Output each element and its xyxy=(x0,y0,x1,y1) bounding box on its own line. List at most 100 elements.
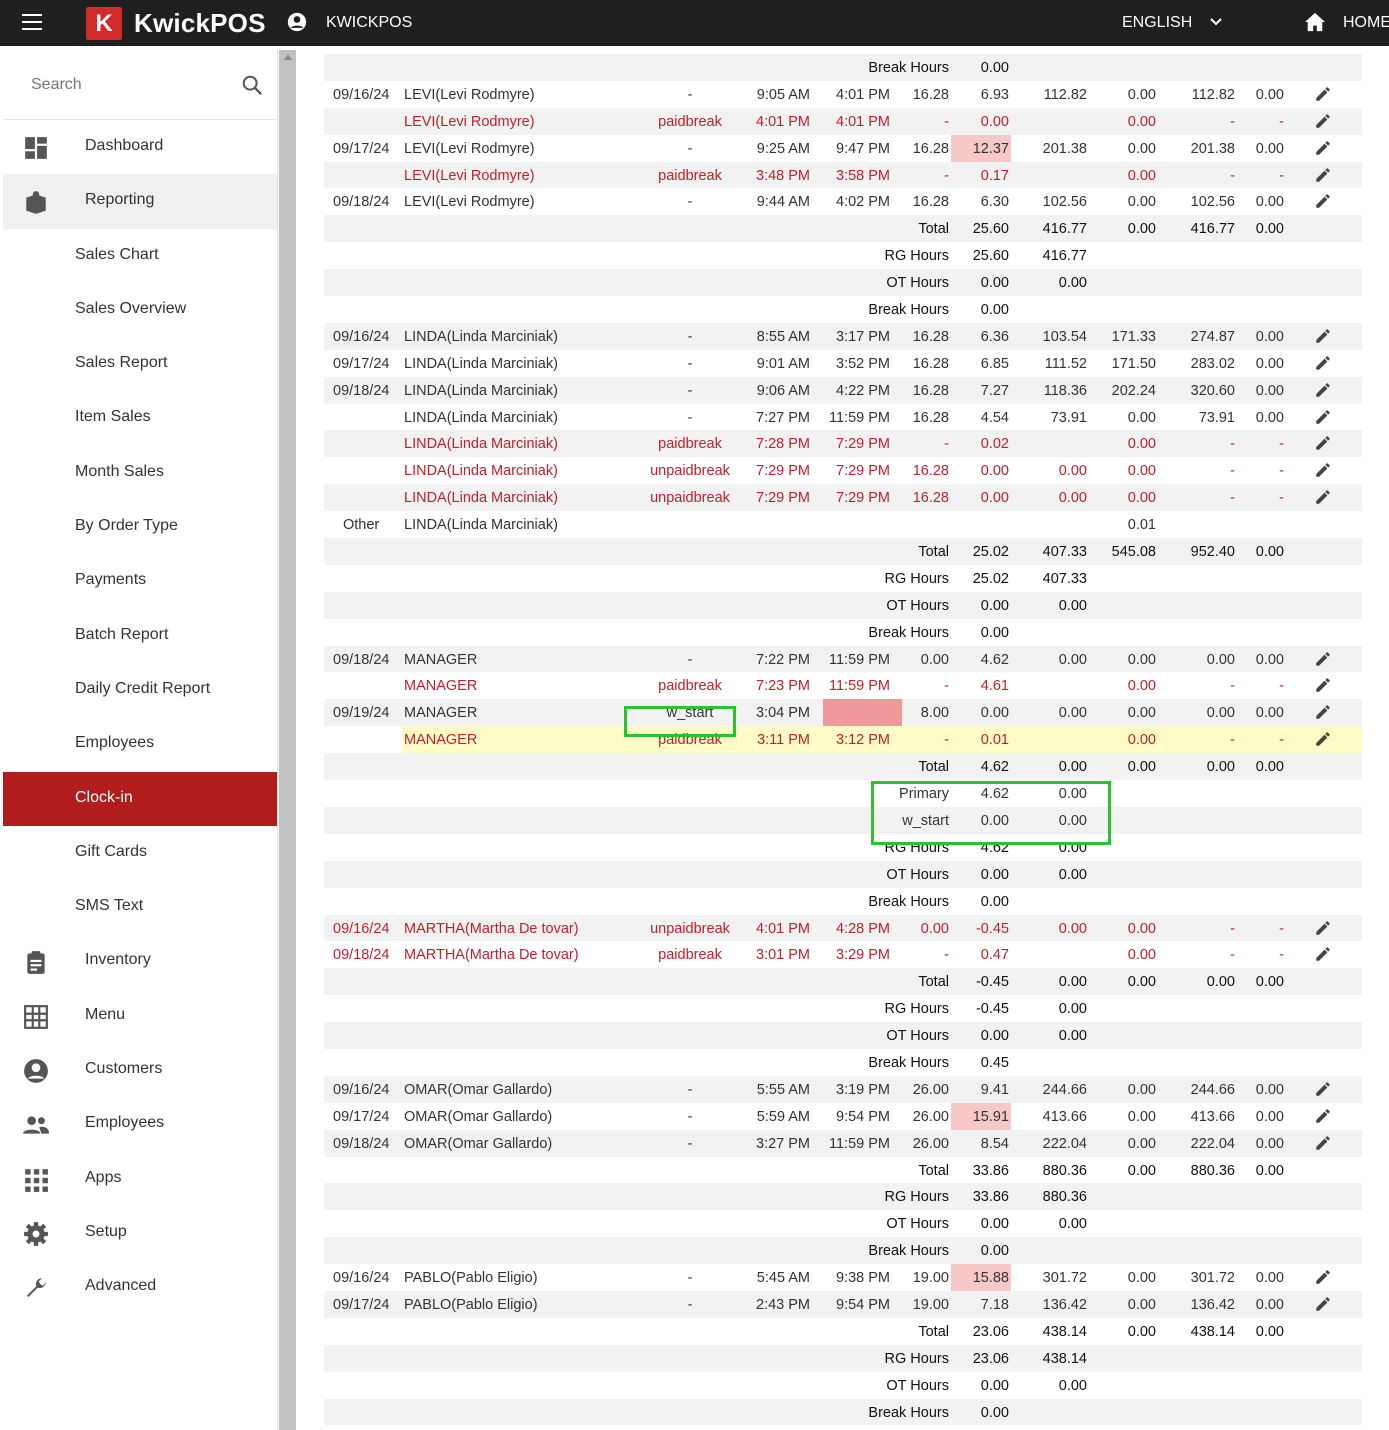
edit-pencil-icon[interactable] xyxy=(1314,408,1332,426)
cell-other: 0.00 xyxy=(1255,1162,1284,1179)
edit-pencil-icon[interactable] xyxy=(1314,85,1332,103)
brand-name[interactable]: KwickPOS xyxy=(134,8,266,39)
sidebar-item-batch-report-sub[interactable]: Batch Report xyxy=(3,609,277,663)
sidebar-item-label: Menu xyxy=(85,1005,126,1023)
edit-pencil-icon[interactable] xyxy=(1314,488,1332,506)
cell-label: Break Hours xyxy=(868,1243,949,1260)
edit-pencil-icon[interactable] xyxy=(1314,112,1332,130)
edit-pencil-icon[interactable] xyxy=(1314,1268,1332,1286)
sidebar-item-gift-cards-sub[interactable]: Gift Cards xyxy=(3,826,277,880)
cell-date: Other xyxy=(343,517,380,534)
cell-tips: 0.00 xyxy=(1127,732,1156,749)
cell-total: 0.00 xyxy=(1206,974,1235,991)
edit-pencil-icon[interactable] xyxy=(1314,676,1332,694)
search-icon[interactable] xyxy=(241,74,263,96)
cell-hours: 6.93 xyxy=(980,86,1009,103)
edit-pencil-icon[interactable] xyxy=(1314,354,1332,372)
annotation-box-type xyxy=(624,706,736,737)
edit-pencil-icon[interactable] xyxy=(1314,650,1332,668)
table-row: 09/18/24 OMAR(Omar Gallardo) - 3:27 PM 11:59… xyxy=(324,1129,1362,1157)
cell-label: Break Hours xyxy=(868,624,949,641)
sidebar-item-dashboard[interactable]: Dashboard xyxy=(3,120,277,174)
cell-emp: LEVI(Levi Rodmyre) xyxy=(404,194,535,211)
edit-pencil-icon[interactable] xyxy=(1314,1295,1332,1313)
cell-type: unpaidbreak xyxy=(650,920,730,937)
summary-row: Total 25.60 416.77 0.00 416.77 0.00 xyxy=(324,215,1362,243)
sidebar-item-payments-sub[interactable]: Payments xyxy=(3,554,277,608)
cell-emp: LEVI(Levi Rodmyre) xyxy=(404,140,535,157)
sidebar-item-item-sales-sub[interactable]: Item Sales xyxy=(3,391,277,445)
cell-emp: LINDA(Linda Marciniak) xyxy=(404,490,558,507)
sidebar-item-reporting[interactable]: Reporting xyxy=(3,174,277,229)
cell-hours: 9.41 xyxy=(980,1081,1009,1098)
edit-pencil-icon[interactable] xyxy=(1314,461,1332,479)
home-icon[interactable] xyxy=(1304,12,1326,32)
cell-hours: 33.86 xyxy=(972,1189,1009,1206)
edit-pencil-icon[interactable] xyxy=(1314,327,1332,345)
sidebar-item-month-sales-sub[interactable]: Month Sales xyxy=(3,446,277,500)
cell-in: 9:44 AM xyxy=(756,194,810,211)
sidebar-item-apps[interactable]: Apps xyxy=(3,1152,277,1206)
cell-other: - xyxy=(1279,920,1284,937)
sidebar-item-sales-overview-sub[interactable]: Sales Overview xyxy=(3,283,277,337)
scroll-up-arrow-icon[interactable] xyxy=(283,54,292,60)
sidebar-item-menu[interactable]: Menu xyxy=(3,989,277,1043)
cell-rate: 16.28 xyxy=(912,86,949,103)
cell-hours: 0.00 xyxy=(980,866,1009,883)
sidebar-item-employees-sub[interactable]: Employees xyxy=(3,717,277,771)
sidebar-item-daily-credit-report-sub[interactable]: Daily Credit Report xyxy=(3,663,277,717)
edit-pencil-icon[interactable] xyxy=(1314,166,1332,184)
edit-pencil-icon[interactable] xyxy=(1314,192,1332,210)
account-circle-icon[interactable] xyxy=(287,12,307,32)
sidebar-item-sms-text-sub[interactable]: SMS Text xyxy=(3,880,277,934)
sidebar-scrollbar[interactable] xyxy=(279,50,296,1430)
edit-pencil-icon[interactable] xyxy=(1314,1107,1332,1125)
sidebar-item-sales-chart-sub[interactable]: Sales Chart xyxy=(3,229,277,283)
sidebar-item-label: Daily Credit Report xyxy=(75,679,211,697)
sidebar-item-clock-in-sub[interactable]: Clock-in xyxy=(3,771,277,826)
cell-label: Total xyxy=(918,1323,949,1340)
cell-emp: LINDA(Linda Marciniak) xyxy=(404,355,558,372)
cell-in: 4:01 PM xyxy=(756,113,810,130)
wrench-icon xyxy=(23,1275,49,1301)
sidebar-item-customers[interactable]: Customers xyxy=(3,1043,277,1097)
cell-in: 2:43 PM xyxy=(756,1296,810,1313)
table-row: 09/17/24 PABLO(Pablo Eligio) - 2:43 PM 9:54 … xyxy=(324,1290,1362,1318)
cell-date: 09/16/24 xyxy=(333,1270,390,1287)
language-selector[interactable]: ENGLISH xyxy=(1122,14,1192,32)
sidebar-item-label: Dashboard xyxy=(85,137,164,154)
edit-pencil-icon[interactable] xyxy=(1314,730,1332,748)
hamburger-menu-icon[interactable] xyxy=(22,14,42,30)
edit-pencil-icon[interactable] xyxy=(1314,945,1332,963)
cell-tips: 0.00 xyxy=(1127,140,1156,157)
store-name[interactable]: KWICKPOS xyxy=(326,14,412,32)
edit-pencil-icon[interactable] xyxy=(1314,703,1332,721)
edit-pencil-icon[interactable] xyxy=(1314,919,1332,937)
kwickpos-logo-icon[interactable]: K xyxy=(86,7,122,40)
sidebar-item-advanced[interactable]: Advanced xyxy=(3,1260,277,1314)
search-input[interactable] xyxy=(31,72,221,98)
sidebar-item-inventory[interactable]: Inventory xyxy=(3,934,277,988)
cell-rate: 0.00 xyxy=(920,920,949,937)
cell-in: 3:01 PM xyxy=(756,947,810,964)
edit-pencil-icon[interactable] xyxy=(1314,434,1332,452)
cell-out: 7:29 PM xyxy=(836,436,890,453)
summary-row: Total 25.02 407.33 545.08 952.40 0.00 xyxy=(324,538,1362,565)
cell-date: 09/18/24 xyxy=(333,382,390,399)
sidebar-item-setup[interactable]: Setup xyxy=(3,1206,277,1260)
table-row: 09/18/24 LEVI(Levi Rodmyre) - 9:44 AM 4:02 P… xyxy=(324,188,1362,215)
home-link[interactable]: HOME xyxy=(1343,14,1389,32)
sidebar-item-sales-report-sub[interactable]: Sales Report xyxy=(3,337,277,391)
edit-pencil-icon[interactable] xyxy=(1314,381,1332,399)
cell-total: - xyxy=(1230,167,1235,184)
chevron-down-icon[interactable] xyxy=(1208,14,1224,30)
sidebar-item-by-order-type-sub[interactable]: By Order Type xyxy=(3,500,277,554)
edit-pencil-icon[interactable] xyxy=(1314,139,1332,157)
cell-type: - xyxy=(687,1296,693,1313)
clipboard-icon xyxy=(23,949,49,975)
sidebar-item-label: Setup xyxy=(85,1222,127,1240)
edit-pencil-icon[interactable] xyxy=(1314,1134,1332,1152)
cell-type: unpaidbreak xyxy=(650,490,730,507)
sidebar-item-employees[interactable]: Employees xyxy=(3,1097,277,1151)
edit-pencil-icon[interactable] xyxy=(1314,1080,1332,1098)
